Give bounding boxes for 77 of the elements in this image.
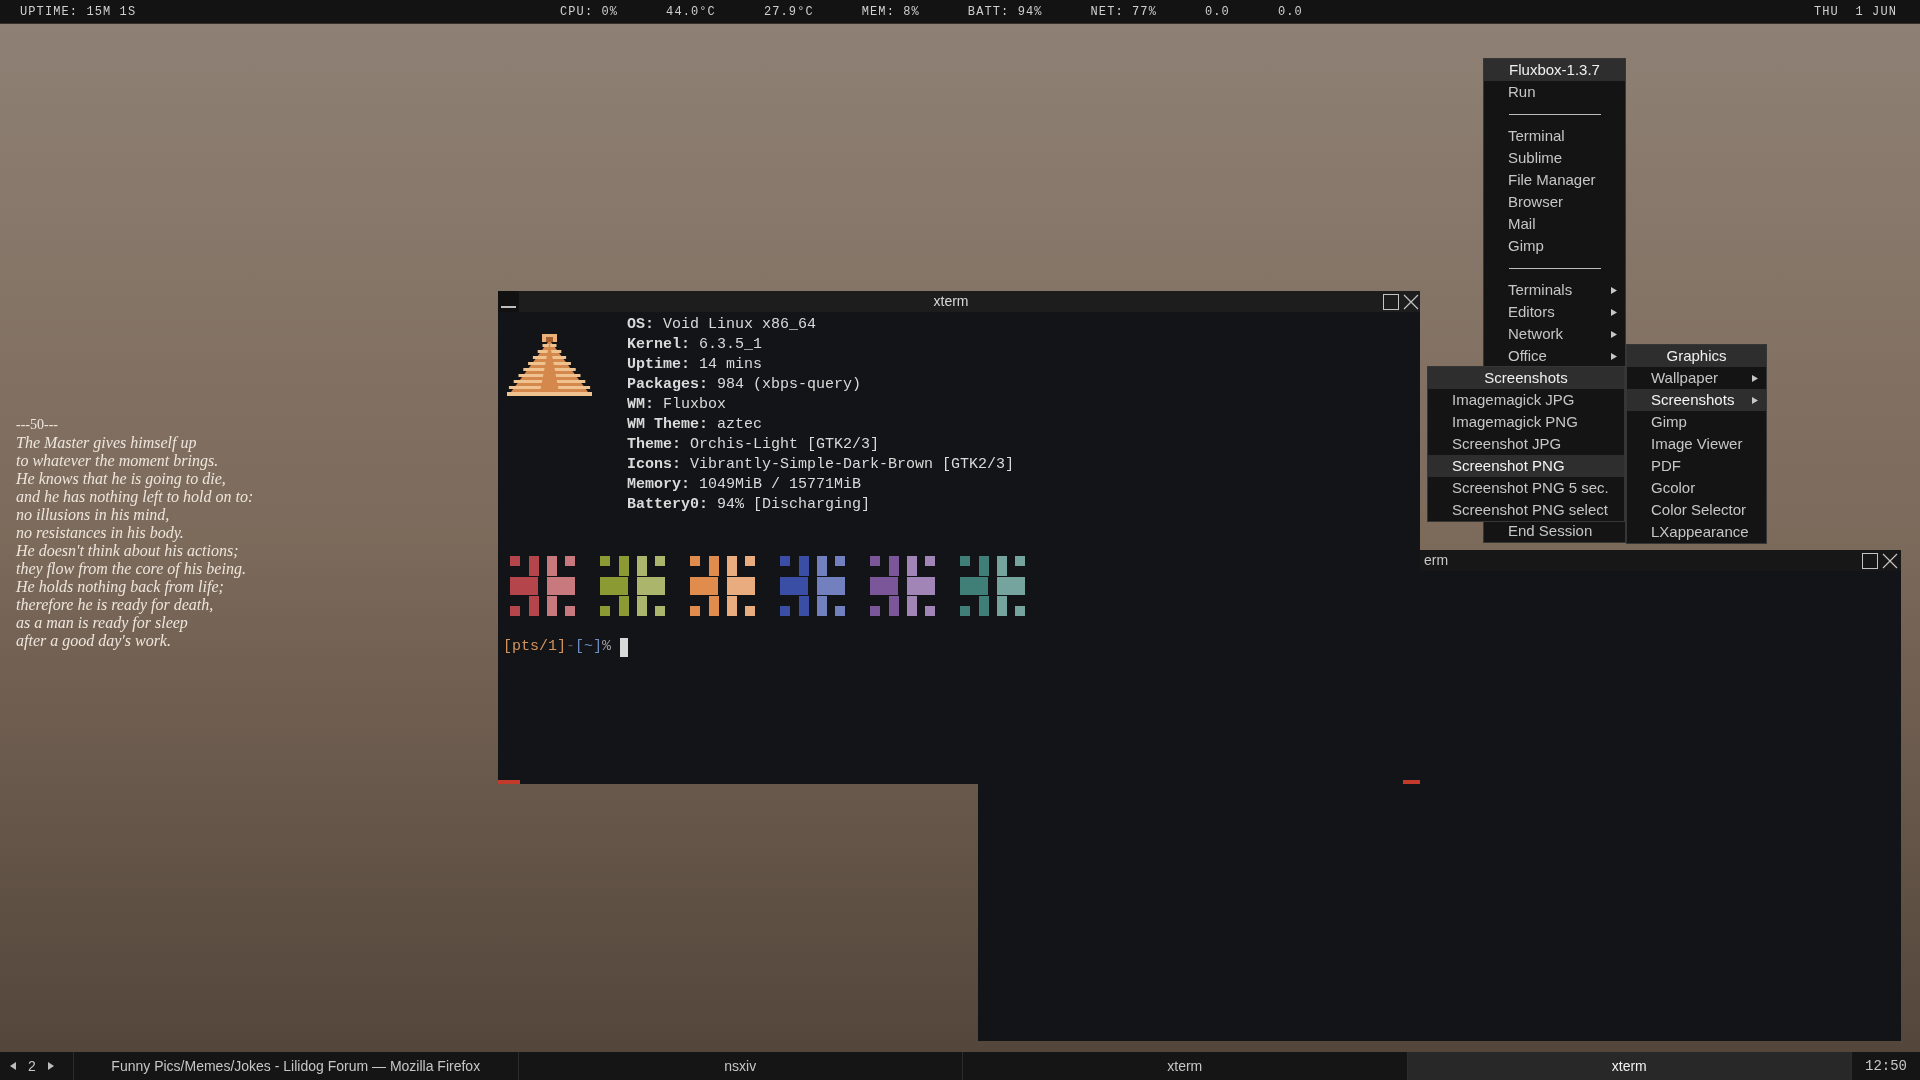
menu-item[interactable]: Screenshot PNG 5 sec. [1428,477,1624,499]
menu-item[interactable]: Imagemagick PNG [1428,411,1624,433]
menu-item[interactable]: Gimp [1484,235,1625,257]
menu-item[interactable]: Wallpaper [1627,367,1766,389]
menu-item[interactable]: Browser [1484,191,1625,213]
system-info-line: WM: Fluxbox [627,395,727,415]
menu-item[interactable]: Sublime [1484,147,1625,169]
status-reading: NET: 77% [1090,3,1157,21]
menu-item[interactable]: Terminals [1484,279,1625,301]
taskbar-button[interactable]: xterm [1406,1052,1851,1080]
system-info-line: Uptime: 14 mins [627,355,763,375]
menu-title: Screenshots [1428,367,1624,389]
system-info-line: Icons: Vibrantly-Simple-Dark-Brown [GTK2/3] [627,455,1015,475]
close-icon[interactable] [1882,552,1898,569]
menu-item[interactable]: LXappearance [1627,521,1766,543]
poem-text: The Master gives himself up to whatever the moment brings. He knows that he is going to die, and he has nothing left to hold on to: no illusions in his mind, no resistances in his body. He doesn't think about his actions; they flow from the core of his being. He holds nothing back from life; therefore he is ready for death, as a man is ready for sleep after a good day's work. [16,434,254,650]
status-reading: 27.9°C [763,3,814,21]
date-text: THU 1 JUN [1814,3,1897,21]
window-title: erm [1424,551,1449,570]
system-info-line: Theme: Orchis-Light [GTK2/3] [627,435,880,455]
workspace-number: 2 [28,1056,36,1076]
uptime-text: UPTIME: 15M 1S [20,3,137,21]
maximize-icon[interactable] [1862,552,1878,569]
resize-handle[interactable] [498,780,520,784]
menu-title: Fluxbox-1.3.7 [1484,59,1625,81]
system-info-line: Kernel: 6.3.5_1 [627,335,763,355]
status-reading: MEM: 8% [861,3,920,21]
menu-item[interactable]: End Session [1484,520,1625,542]
system-info-line: Battery0: 94% [Discharging] [627,495,871,515]
menu-item[interactable]: Gimp [1627,411,1766,433]
arrow-left-icon[interactable] [10,1062,16,1070]
menu-item[interactable]: Run [1484,81,1625,103]
system-info-line: Packages: 984 (xbps-query) [627,375,862,395]
close-icon[interactable] [1403,293,1419,310]
menu-item[interactable]: Gcolor [1627,477,1766,499]
window-title: xterm [933,292,969,311]
menu-item[interactable]: Terminal [1484,125,1625,147]
menu-title: Graphics [1627,345,1766,367]
resize-handle[interactable] [1403,780,1420,784]
submenu-arrow-icon [1611,286,1617,294]
system-info-line: OS: Void Linux x86_64 [627,315,817,335]
menu-item[interactable]: Imagemagick JPG [1428,389,1624,411]
taskbar-button[interactable]: xterm [962,1052,1407,1080]
poem-heading: ---50--- [16,416,58,434]
menu-item[interactable]: Editors [1484,301,1625,323]
submenu-arrow-icon [1611,330,1617,338]
menu-item[interactable]: Mail [1484,213,1625,235]
system-info-line: Memory: 1049MiB / 15771MiB [627,475,862,495]
status-reading: BATT: 94% [967,3,1043,21]
menu-item[interactable]: Screenshot PNG [1428,455,1624,477]
system-info-line: WM Theme: aztec [627,415,763,435]
submenu-arrow-icon [1611,308,1617,316]
pyramid-logo-icon [507,334,592,396]
taskbar-button[interactable]: Funny Pics/Memes/Jokes - Lilidog Forum — Mozilla Firefox [73,1052,518,1080]
menu-item[interactable]: Color Selector [1627,499,1766,521]
menu-item[interactable]: Screenshot JPG [1428,433,1624,455]
status-reading: 44.0°C [666,3,716,21]
arrow-right-icon[interactable] [47,1062,54,1070]
clock-text: 12:50 [1865,1056,1907,1076]
menu-item[interactable]: Screenshot PNG select [1428,499,1624,521]
status-reading: CPU: 0% [560,3,619,21]
submenu-arrow-icon [1752,374,1758,382]
menu-item[interactable]: File Manager [1484,169,1625,191]
cursor-block-icon [620,637,629,657]
menu-item[interactable]: PDF [1627,455,1766,477]
minimize-icon[interactable] [498,291,519,312]
menu-item[interactable]: Screenshots [1627,389,1766,411]
taskbar-button[interactable]: nsxiv [517,1052,962,1080]
status-reading: 0.0 [1277,3,1303,21]
menu-item[interactable]: Network [1484,323,1625,345]
submenu-arrow-icon [1611,352,1617,360]
menu-item[interactable]: Image Viewer [1627,433,1766,455]
status-reading: 0.0 [1205,3,1230,21]
menu-item[interactable]: Office [1484,345,1625,367]
shell-prompt: [pts/1]-[~]% [503,636,612,657]
submenu-arrow-icon [1752,396,1758,404]
maximize-icon[interactable] [1383,293,1399,310]
